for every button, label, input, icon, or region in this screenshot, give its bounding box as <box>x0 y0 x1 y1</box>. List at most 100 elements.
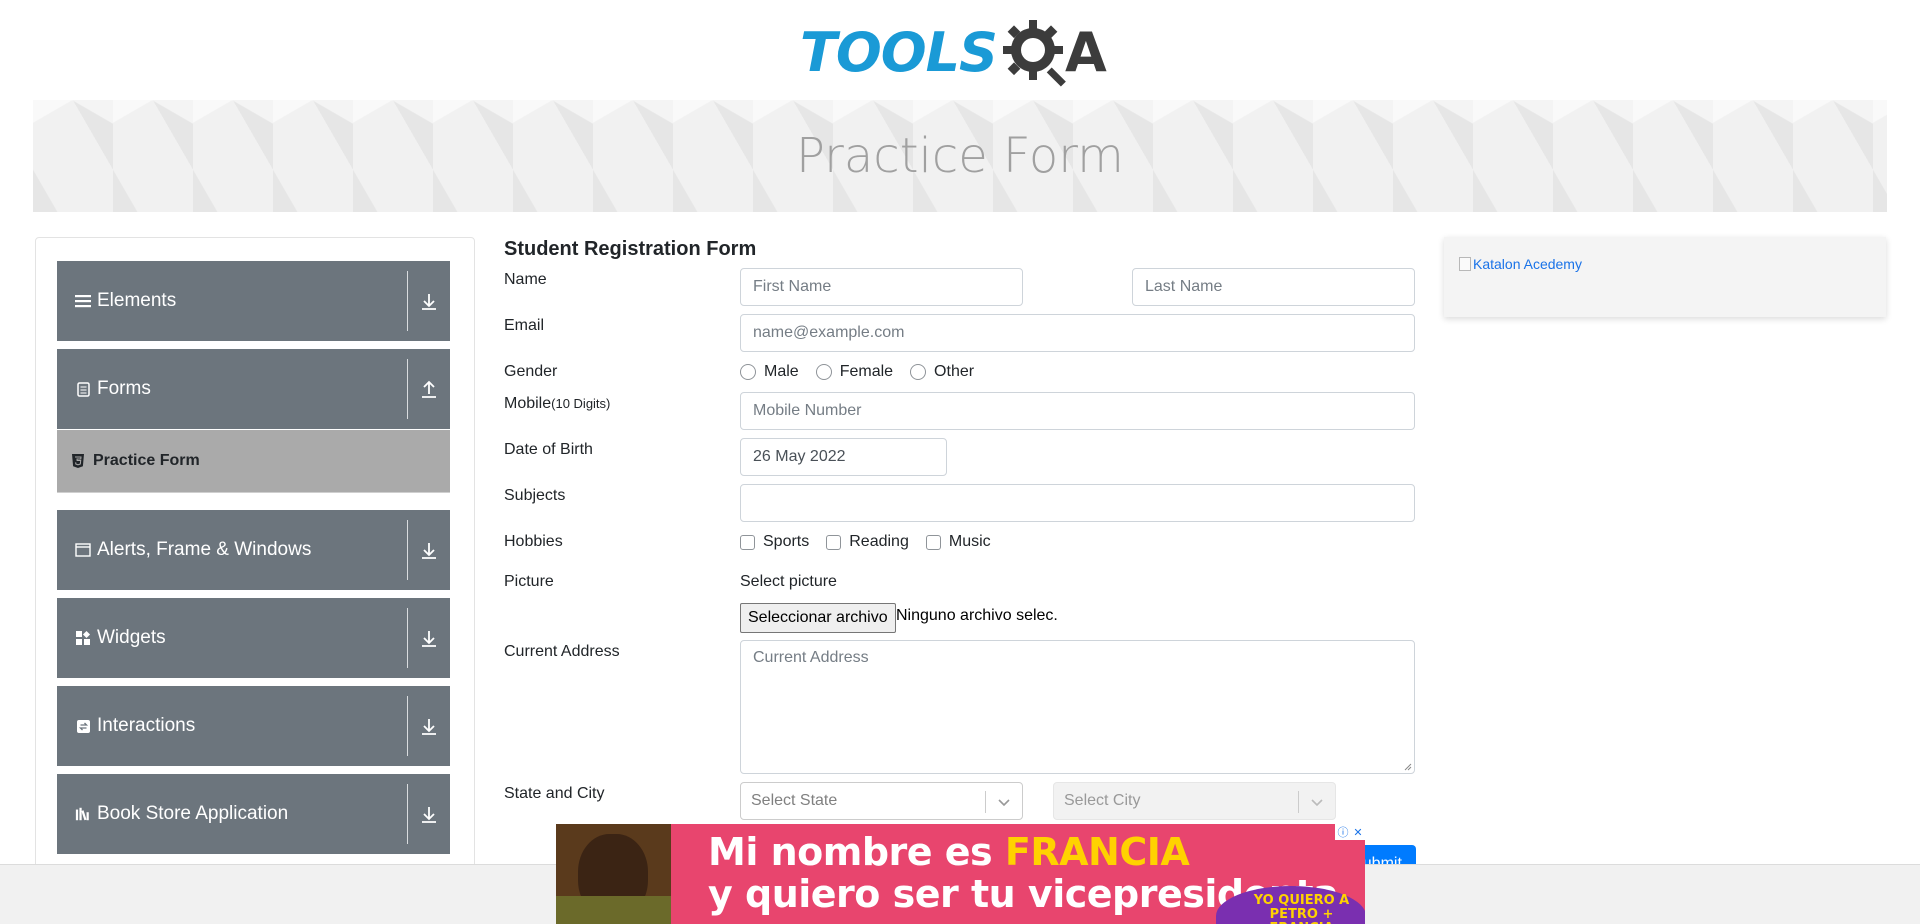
hobby-label-sports: Sports <box>763 533 810 550</box>
sidebar-group-interactions[interactable]: Interactions <box>57 686 450 766</box>
divider <box>407 608 408 668</box>
current-address-label: Current Address <box>504 643 620 660</box>
ad-info-icon[interactable]: ⓘ <box>1337 824 1348 840</box>
sidebar-group-label: Widgets <box>97 627 166 648</box>
date-of-birth-value: 26 May 2022 <box>753 448 846 465</box>
radio-button[interactable] <box>740 364 756 380</box>
divider <box>1298 791 1299 813</box>
gender-label-other: Other <box>934 363 975 380</box>
gender-label-male: Male <box>764 363 799 380</box>
ad-headline-prefix: Mi nombre es <box>708 830 1005 874</box>
hobby-option-sports[interactable]: Sports <box>740 533 809 551</box>
last-name-placeholder: Last Name <box>1145 278 1223 295</box>
ad-person-clothing <box>556 896 671 924</box>
name-label: Name <box>504 271 547 288</box>
toolsqa-logo[interactable]: TOOLS A <box>800 14 1107 90</box>
last-name-input[interactable]: Last Name <box>1132 268 1415 306</box>
adchoices-badge[interactable]: ⓘ ✕ <box>1335 824 1365 840</box>
file-status-text: Ninguno archivo selec. <box>896 607 1058 624</box>
subjects-label: Subjects <box>504 487 566 504</box>
mobile-label-text: Mobile <box>504 395 552 412</box>
gender-label-female: Female <box>839 363 894 380</box>
sidebar-group-alerts[interactable]: Alerts, Frame & Windows <box>57 510 450 590</box>
sidebar-group-widgets[interactable]: Widgets <box>57 598 450 678</box>
state-select[interactable]: Select State <box>740 782 1023 820</box>
mobile-input[interactable]: Mobile Number <box>740 392 1415 430</box>
divider <box>407 784 408 844</box>
dob-label: Date of Birth <box>504 441 593 458</box>
ad-close-icon[interactable]: ✕ <box>1353 826 1362 839</box>
checkbox[interactable] <box>740 534 755 550</box>
page-title: Practice Form <box>796 128 1124 184</box>
gender-option-other[interactable]: Other <box>910 363 974 381</box>
choose-file-button[interactable]: Seleccionar archivo <box>740 603 896 633</box>
checkbox[interactable] <box>925 534 941 550</box>
books-icon <box>75 806 91 822</box>
checkbox[interactable] <box>826 534 842 550</box>
window-icon <box>75 542 91 558</box>
gender-radio-group: Male Female Other <box>740 363 991 381</box>
current-address-placeholder: Current Address <box>753 649 869 666</box>
katalon-academy-alt-text: Katalon Acedemy <box>1473 256 1582 272</box>
sidebar-item-label: Practice Form <box>93 452 200 469</box>
broken-image-icon <box>1459 257 1471 271</box>
interactions-icon <box>75 718 91 734</box>
gender-option-male[interactable]: Male <box>740 363 799 381</box>
radio-button[interactable] <box>910 364 927 380</box>
state-city-label: State and City <box>504 785 605 802</box>
page-banner: Practice Form <box>33 100 1887 212</box>
widgets-icon <box>75 630 91 646</box>
gender-option-female[interactable]: Female <box>815 363 894 381</box>
bottom-ad-banner[interactable]: Mi nombre es FRANCIA y quiero ser tu vic… <box>556 824 1365 924</box>
right-ad-banner: Katalon Acedemy <box>1444 237 1886 317</box>
city-select[interactable]: Select City <box>1053 782 1336 820</box>
hobby-label-reading: Reading <box>849 533 909 550</box>
select-picture-label: Select picture <box>740 573 837 590</box>
sidebar-group-book-store[interactable]: Book Store Application <box>57 774 450 854</box>
upload-icon <box>422 380 436 398</box>
gender-label: Gender <box>504 363 558 380</box>
forms-icon <box>75 381 91 397</box>
ad-headline-highlight: FRANCIA <box>1004 830 1190 874</box>
download-icon <box>422 294 436 310</box>
hobby-option-music[interactable]: Music <box>925 533 991 551</box>
chevron-down-icon <box>1311 799 1323 807</box>
download-icon <box>422 719 436 735</box>
email-placeholder: name@example.com <box>753 324 905 341</box>
first-name-placeholder: First Name <box>753 278 832 295</box>
menu-icon <box>75 293 91 309</box>
mobile-hint: (10 Digits) <box>551 396 611 411</box>
divider <box>407 696 408 756</box>
first-name-input[interactable]: First Name <box>740 268 1023 306</box>
html5-icon <box>72 454 84 468</box>
mobile-placeholder: Mobile Number <box>753 402 862 419</box>
email-input[interactable]: name@example.com <box>740 314 1415 352</box>
date-of-birth-input[interactable]: 26 May 2022 <box>740 438 947 476</box>
email-label: Email <box>504 317 545 334</box>
logo-tools-text: TOOLS <box>800 20 998 84</box>
divider <box>985 791 986 813</box>
chevron-down-icon <box>998 799 1010 807</box>
resize-handle-icon[interactable] <box>1402 761 1412 771</box>
katalon-academy-link[interactable]: Katalon Acedemy <box>1459 256 1582 272</box>
hobby-option-reading[interactable]: Reading <box>826 533 909 551</box>
sidebar-group-label: Interactions <box>97 715 196 736</box>
download-icon <box>422 631 436 647</box>
radio-button[interactable] <box>815 364 832 380</box>
ad-badge-line2: PETRO + FRANCIA <box>1269 907 1334 924</box>
gear-icon <box>1002 20 1066 87</box>
current-address-textarea[interactable]: Current Address <box>740 640 1415 774</box>
subjects-input[interactable] <box>740 484 1415 522</box>
sidebar-item-practice-form[interactable]: Practice Form <box>57 430 450 493</box>
ad-headline-line1: Mi nombre es FRANCIA <box>708 830 1190 874</box>
hobbies-label: Hobbies <box>504 533 563 550</box>
site-header: TOOLS A <box>0 0 1920 100</box>
sidebar-group-elements[interactable]: Elements <box>57 261 450 341</box>
sidebar-group-forms[interactable]: Forms <box>57 349 450 429</box>
picture-label: Picture <box>504 573 554 590</box>
city-placeholder: Select City <box>1064 792 1141 809</box>
mobile-label: Mobile(10 Digits) <box>504 395 610 413</box>
download-icon <box>422 807 436 823</box>
left-sidebar: Elements Forms Practice Form Alerts, Fra… <box>35 237 475 924</box>
ad-person-image <box>556 824 671 924</box>
